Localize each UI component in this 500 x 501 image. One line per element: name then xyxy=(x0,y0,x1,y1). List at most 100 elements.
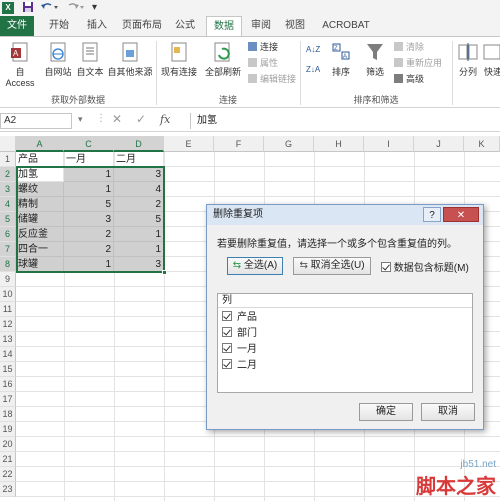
from-other-sources-button[interactable]: 自其他来源 xyxy=(106,41,154,78)
row-header[interactable]: 20 xyxy=(0,437,16,452)
column-header-g[interactable]: G xyxy=(264,136,314,152)
row-header[interactable]: 10 xyxy=(0,287,16,302)
column-header-a[interactable]: A xyxy=(16,136,64,152)
row-header[interactable]: 12 xyxy=(0,317,16,332)
tab-formulas[interactable]: 公式 xyxy=(168,16,202,36)
excel-app-icon: X xyxy=(2,2,14,14)
ok-button[interactable]: 确定 xyxy=(359,403,413,421)
cell-d1[interactable]: 二月 xyxy=(114,152,164,167)
fill-handle[interactable] xyxy=(162,270,167,275)
row-header[interactable]: 19 xyxy=(0,422,16,437)
item-checkbox[interactable] xyxy=(222,359,232,369)
row-header[interactable]: 22 xyxy=(0,467,16,482)
row-header[interactable]: 21 xyxy=(0,452,16,467)
from-web-button[interactable]: 自网站 xyxy=(42,41,74,78)
edit-links-icon xyxy=(248,74,257,83)
advanced-filter-button[interactable]: 高级 xyxy=(394,73,424,86)
row-header[interactable]: 1 xyxy=(0,152,16,167)
list-item[interactable]: 部门 xyxy=(222,326,257,342)
tab-page-layout[interactable]: 页面布局 xyxy=(118,16,166,36)
ribbon-separator xyxy=(300,41,301,105)
row-header[interactable]: 15 xyxy=(0,362,16,377)
tab-data[interactable]: 数据 xyxy=(206,16,242,37)
filter-button[interactable]: 筛选 xyxy=(360,41,390,78)
undo-icon[interactable] xyxy=(40,1,60,15)
enter-icon[interactable]: ✓ xyxy=(136,112,146,126)
sort-az-icon[interactable]: A↓Z xyxy=(306,43,320,56)
redo-icon[interactable] xyxy=(66,1,86,15)
row-header[interactable]: 11 xyxy=(0,302,16,317)
unselect-all-button[interactable]: ⇆ 取消全选(U) xyxy=(293,257,371,275)
tab-file[interactable]: 文件 xyxy=(0,16,34,36)
flash-fill-button[interactable]: 快速 xyxy=(482,41,500,78)
row-header[interactable]: 13 xyxy=(0,332,16,347)
formula-input[interactable]: 加氢 xyxy=(190,113,500,129)
text-to-columns-button[interactable]: 分列 xyxy=(456,41,480,78)
column-header-k[interactable]: K xyxy=(464,136,500,152)
item-checkbox[interactable] xyxy=(222,327,232,337)
cancel-icon[interactable]: ✕ xyxy=(112,112,122,126)
row-header[interactable]: 3 xyxy=(0,182,16,197)
row-header[interactable]: 23 xyxy=(0,482,16,497)
headers-checkbox[interactable]: 数据包含标题(M) xyxy=(381,259,469,274)
row-header[interactable]: 14 xyxy=(0,347,16,362)
select-all-button[interactable]: ⇆ 全选(A) xyxy=(227,257,283,275)
row-header[interactable]: 16 xyxy=(0,377,16,392)
existing-connections-button[interactable]: 现有连接 xyxy=(158,41,200,78)
name-box[interactable]: A2 xyxy=(0,113,72,129)
sort-za-icon[interactable]: Z↓A xyxy=(306,63,320,76)
row-header[interactable]: 2 xyxy=(0,167,16,182)
column-header-i[interactable]: I xyxy=(364,136,414,152)
cell-a1[interactable]: 产品 xyxy=(16,152,64,167)
refresh-icon xyxy=(212,41,234,63)
customize-qat-icon[interactable]: ▾ xyxy=(92,1,97,15)
column-header-c[interactable]: C xyxy=(64,136,114,152)
headers-checkbox-box[interactable] xyxy=(381,262,391,272)
row-header[interactable]: 18 xyxy=(0,407,16,422)
item-checkbox[interactable] xyxy=(222,343,232,353)
insert-function-icon[interactable]: fx xyxy=(160,113,170,126)
save-icon[interactable] xyxy=(22,1,34,15)
close-button[interactable]: ✕ xyxy=(443,207,479,222)
row-header[interactable]: 6 xyxy=(0,227,16,242)
refresh-all-button[interactable]: 全部刷新 xyxy=(202,41,244,78)
tab-home[interactable]: 开始 xyxy=(42,16,76,36)
flash-fill-icon xyxy=(482,41,500,63)
text-to-columns-label: 分列 xyxy=(458,67,477,77)
row-header[interactable]: 5 xyxy=(0,212,16,227)
tab-insert[interactable]: 插入 xyxy=(80,16,114,36)
help-button[interactable]: ? xyxy=(423,207,441,222)
row-header[interactable]: 17 xyxy=(0,392,16,407)
row-header[interactable]: 7 xyxy=(0,242,16,257)
clear-filter-button[interactable]: 清除 xyxy=(394,41,424,54)
ribbon-tabs: 文件 开始 插入 页面布局 公式 数据 审阅 视图 ACROBAT xyxy=(0,16,500,37)
column-header-h[interactable]: H xyxy=(314,136,364,152)
name-box-dropdown-icon[interactable]: ▾ xyxy=(78,114,83,125)
sort-button[interactable]: ZA 排序 xyxy=(326,41,356,78)
select-all-corner[interactable] xyxy=(0,136,16,152)
from-access-button[interactable]: A 自 Access xyxy=(0,41,40,88)
row-header[interactable]: 4 xyxy=(0,197,16,212)
properties-button[interactable]: 属性 xyxy=(248,57,278,70)
tab-acrobat[interactable]: ACROBAT xyxy=(318,16,374,36)
cancel-button[interactable]: 取消 xyxy=(421,403,475,421)
from-access-label: 自 Access xyxy=(5,67,35,88)
column-header-f[interactable]: F xyxy=(214,136,264,152)
connections-button[interactable]: 连接 xyxy=(248,41,278,54)
list-item[interactable]: 二月 xyxy=(222,358,257,374)
row-header[interactable]: 8 xyxy=(0,257,16,272)
tab-review[interactable]: 审阅 xyxy=(246,16,276,36)
cell-c1[interactable]: 一月 xyxy=(64,152,114,167)
tab-view[interactable]: 视图 xyxy=(280,16,310,36)
item-checkbox[interactable] xyxy=(222,311,232,321)
reapply-button[interactable]: 重新应用 xyxy=(394,57,442,70)
list-item[interactable]: 产品 xyxy=(222,310,257,326)
edit-links-button[interactable]: 编辑链接 xyxy=(248,73,296,86)
column-header-d[interactable]: D xyxy=(114,136,164,152)
row-header[interactable]: 9 xyxy=(0,272,16,287)
column-header-e[interactable]: E xyxy=(164,136,214,152)
from-text-button[interactable]: 自文本 xyxy=(74,41,106,78)
edit-links-label: 编辑链接 xyxy=(260,74,297,84)
list-item[interactable]: 一月 xyxy=(222,342,257,358)
column-header-j[interactable]: J xyxy=(414,136,464,152)
